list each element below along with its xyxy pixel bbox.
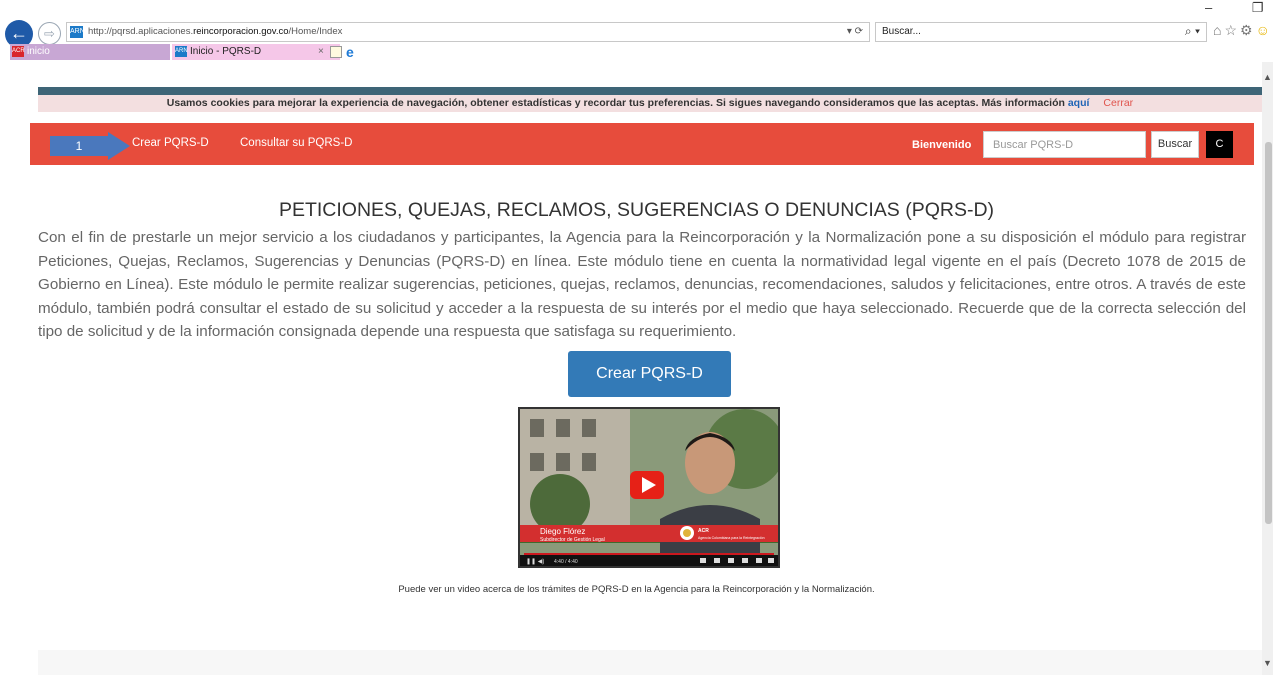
video-time: 4:40 / 4:40	[554, 559, 578, 565]
c-button[interactable]: C	[1206, 131, 1233, 158]
video-settings-icon[interactable]	[700, 558, 706, 563]
search-button[interactable]: Buscar	[1151, 131, 1199, 158]
video-player[interactable]: Diego Flórez Subdirector de Gestión Lega…	[518, 407, 780, 568]
tab-label: Inicio - PQRS-D	[190, 46, 262, 57]
toolbar-icons[interactable]: ⌂☆⚙☺	[1213, 22, 1273, 39]
window-controls[interactable]: – ❐ ✕	[1205, 0, 1273, 16]
browser-search-placeholder: Buscar...	[882, 26, 921, 37]
annotation-arrow-icon: 1	[50, 132, 130, 160]
tab-inicio[interactable]: ACR inicio	[10, 44, 170, 60]
video-youtube-icon[interactable]	[742, 558, 748, 563]
cookie-close-link[interactable]: Cerrar	[1103, 97, 1133, 109]
tab-label: inicio	[27, 46, 50, 57]
video-cc-icon[interactable]	[714, 558, 720, 563]
intro-paragraph: Con el fin de prestarle un mejor servici…	[38, 229, 1246, 340]
pqrsd-search-input[interactable]	[983, 131, 1146, 158]
scroll-down-icon[interactable]: ▼	[1263, 658, 1272, 668]
welcome-label: Bienvenido	[912, 139, 972, 151]
address-bar[interactable]: ARN http://pqrsd.aplicaciones.reincorpor…	[66, 22, 870, 42]
video-speaker-role: Subdirector de Gestión Legal	[540, 537, 605, 543]
footer-band	[38, 650, 1262, 675]
video-org-abbrev: ACR	[698, 528, 709, 534]
video-speaker-name: Diego Flórez	[540, 527, 585, 536]
site-favicon-icon: ARN	[70, 26, 85, 38]
close-tab-icon[interactable]: ×	[318, 44, 324, 60]
video-theater-icon[interactable]	[756, 558, 762, 563]
video-org-text: Agencia Colombiana para la Reintegración	[698, 536, 765, 540]
arn-favicon-icon: ARN	[175, 45, 188, 57]
acr-favicon-icon: ACR	[12, 45, 25, 57]
search-icon[interactable]: ⌕ ▾	[1185, 24, 1200, 39]
video-play-pause-icon[interactable]: ❚❚ ◀)	[526, 558, 544, 565]
cookie-message: Usamos cookies para mejorar la experienc…	[166, 97, 1068, 109]
scroll-up-icon[interactable]: ▲	[1263, 72, 1272, 82]
internet-explorer-icon[interactable]: e	[346, 44, 354, 60]
video-fullscreen-icon[interactable]	[768, 558, 774, 563]
refresh-icon[interactable]: ▾ ⟳	[847, 26, 863, 37]
cookie-more-info-link[interactable]: aquí	[1068, 97, 1090, 109]
tab-inicio-pqrsd[interactable]: ARN Inicio - PQRS-D ×	[172, 44, 340, 60]
nav-consult-pqrsd[interactable]: Consultar su PQRS-D	[240, 137, 352, 149]
smiley-icon[interactable]: ☺	[1256, 22, 1273, 38]
scrollbar-thumb[interactable]	[1265, 142, 1272, 524]
url-text: http://pqrsd.aplicaciones.reincorporacio…	[88, 26, 343, 37]
nav-create-pqrsd[interactable]: Crear PQRS-D	[132, 137, 209, 149]
forward-button[interactable]: ⇨	[38, 22, 61, 45]
home-star-gear-icon[interactable]: ⌂☆⚙	[1213, 22, 1256, 38]
cookie-banner: Usamos cookies para mejorar la experienc…	[38, 95, 1262, 112]
page-title: PETICIONES, QUEJAS, RECLAMOS, SUGERENCIA…	[278, 199, 995, 221]
annotation-number: 1	[76, 139, 83, 153]
video-caption: Puede ver un video acerca de los trámite…	[398, 584, 875, 595]
create-pqrsd-button[interactable]: Crear PQRS-D	[568, 351, 731, 397]
video-thumbnail: Diego Flórez Subdirector de Gestión Lega…	[520, 409, 778, 566]
browser-search-field[interactable]: Buscar... ⌕ ▾	[875, 22, 1207, 42]
video-gear-icon[interactable]	[728, 558, 734, 563]
new-tab-icon[interactable]	[330, 46, 342, 58]
top-accent-bar	[38, 87, 1262, 95]
